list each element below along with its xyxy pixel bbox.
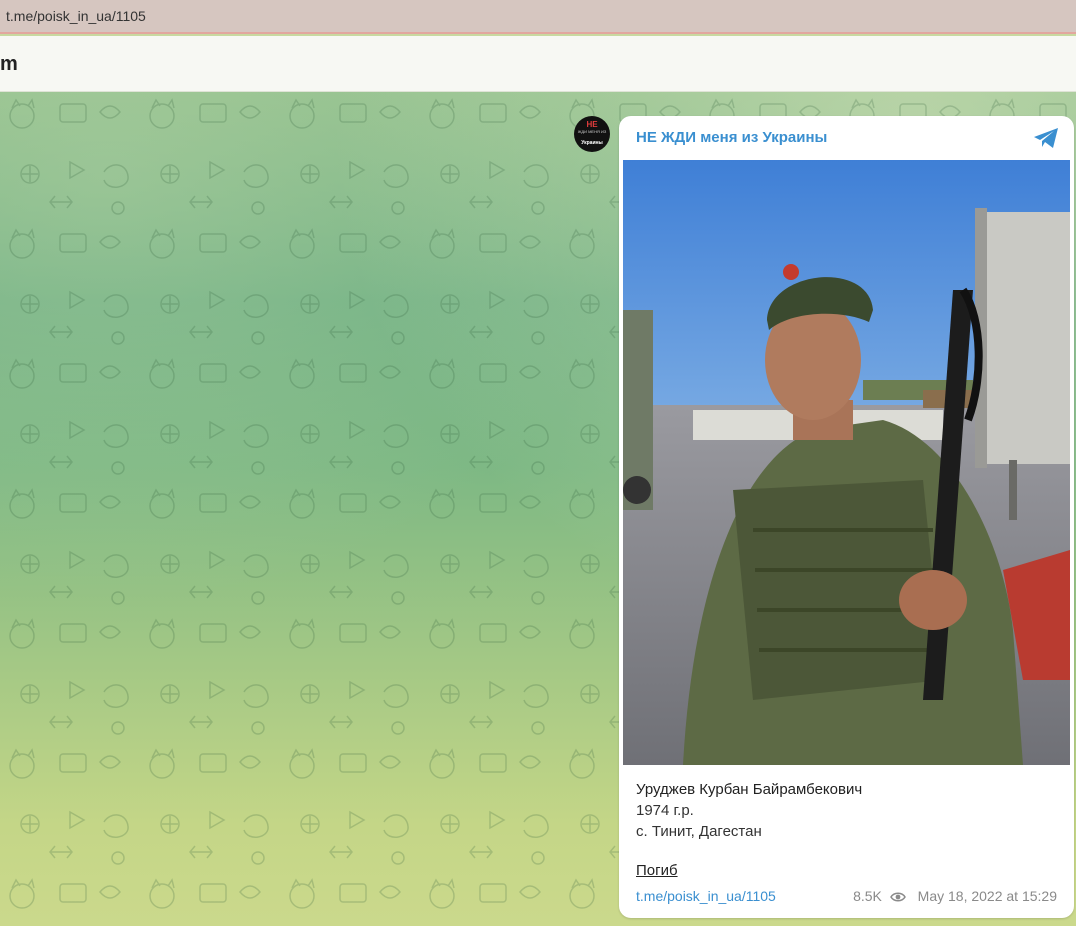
telegram-plane-icon[interactable]: [1032, 126, 1060, 150]
post-meta: 8.5K May 18, 2022 at 15:29: [853, 888, 1057, 904]
eye-icon: [889, 892, 906, 902]
post-date[interactable]: May 18, 2022 at 15:29: [918, 888, 1057, 904]
post-link[interactable]: t.me/poisk_in_ua/1105: [636, 888, 776, 904]
avatar-text-ukr: Украины: [581, 140, 603, 146]
browser-address-bar[interactable]: t.me/poisk_in_ua/1105: [0, 0, 1076, 34]
post-footer: t.me/poisk_in_ua/1105 8.5K May 18, 2022 …: [636, 888, 1057, 906]
soldier-photo-illustration: [623, 160, 1070, 765]
avatar-text-ne: НЕ: [586, 120, 598, 129]
post-caption: Уруджев Курбан Байрамбекович 1974 г.р. с…: [636, 779, 862, 842]
caption-name: Уруджев Курбан Байрамбекович: [636, 781, 863, 798]
views-count: 8.5K: [853, 888, 882, 904]
header-brand[interactable]: m: [0, 53, 18, 76]
channel-name-link[interactable]: НЕ ЖДИ меня из Украины: [636, 129, 827, 146]
message-bubble: НЕ ЖДИ меня из Украины Уруджев Курбан Ба…: [619, 116, 1074, 918]
post-photo[interactable]: [623, 160, 1070, 765]
channel-avatar[interactable]: НЕ ЖДИ МЕНЯ ИЗ Украины: [574, 116, 610, 152]
avatar-text-middle: ЖДИ МЕНЯ ИЗ: [577, 129, 607, 134]
caption-birth: 1974 г.р.: [636, 802, 694, 819]
caption-place: с. Тинит, Дагестан: [636, 823, 762, 840]
caption-status: Погиб: [636, 862, 678, 879]
telegram-header: m: [0, 36, 1076, 92]
address-url[interactable]: t.me/poisk_in_ua/1105: [6, 8, 146, 24]
